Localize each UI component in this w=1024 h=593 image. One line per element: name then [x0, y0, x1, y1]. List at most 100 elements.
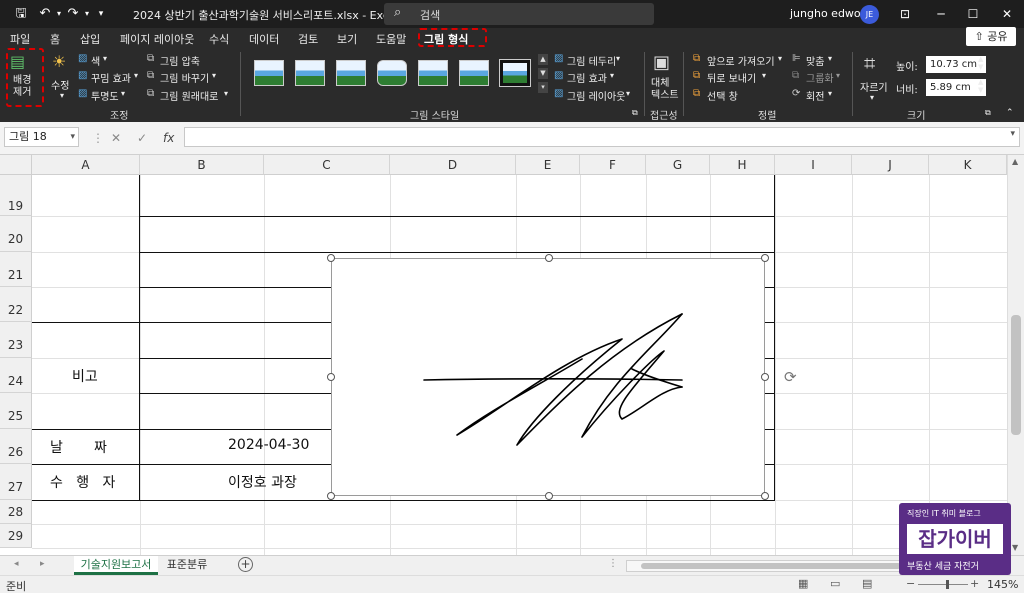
artistic-effects-dropdown-icon[interactable]: ▾ — [134, 71, 138, 80]
crop-dropdown-icon[interactable]: ▾ — [870, 93, 874, 102]
tab-help[interactable]: 도움말 — [376, 31, 406, 47]
crop-button[interactable]: 자르기 — [860, 79, 888, 94]
column-header-g[interactable]: G — [646, 155, 710, 175]
share-button[interactable]: ⇧ 공유 — [966, 27, 1016, 46]
rotate-objects-button[interactable]: 회전 — [806, 88, 824, 103]
close-icon[interactable]: ✕ — [996, 4, 1018, 24]
picture-style-4[interactable] — [377, 60, 407, 86]
tab-split-handle-icon[interactable]: ⋮ — [608, 558, 618, 569]
rotate-handle-icon[interactable]: ⟳ — [784, 369, 800, 385]
tab-file[interactable]: 파일 — [10, 31, 30, 47]
zoom-in-icon[interactable]: + — [970, 577, 979, 590]
picture-effects-dropdown-icon[interactable]: ▾ — [610, 71, 614, 80]
row-header-27[interactable]: 27 — [0, 464, 32, 500]
send-backward-button[interactable]: 뒤로 보내기 — [707, 70, 756, 85]
row-header-21[interactable]: 21 — [0, 252, 32, 287]
align-button[interactable]: 맞춤 — [806, 53, 824, 68]
bring-forward-button[interactable]: 앞으로 가져오기 — [707, 53, 775, 68]
minimize-icon[interactable]: ─ — [930, 4, 952, 24]
resize-handle-bottom[interactable] — [545, 492, 553, 500]
row-header-26[interactable]: 26 — [0, 429, 32, 464]
column-header-e[interactable]: E — [516, 155, 580, 175]
styles-scroll-up-icon[interactable]: ▲ — [538, 54, 548, 65]
group-objects-button[interactable]: 그룹화 — [806, 70, 834, 85]
select-all-corner[interactable] — [0, 155, 32, 175]
row-header-20[interactable]: 20 — [0, 216, 32, 252]
picture-border-button[interactable]: 그림 테두리 — [567, 53, 616, 68]
zoom-out-icon[interactable]: − — [906, 577, 915, 590]
row-header-23[interactable]: 23 — [0, 322, 32, 358]
send-backward-dropdown-icon[interactable]: ▾ — [762, 71, 766, 80]
resize-handle-top-left[interactable] — [327, 254, 335, 262]
collapse-ribbon-icon[interactable]: ⌃ — [1006, 108, 1014, 118]
name-box-dropdown-icon[interactable]: ▾ — [70, 128, 75, 146]
zoom-level[interactable]: 145% — [987, 578, 1018, 591]
corrections-dropdown-icon[interactable]: ▾ — [60, 91, 64, 100]
page-layout-view-icon[interactable]: ▭ — [830, 577, 840, 590]
size-dialog-launcher-icon[interactable]: ⧉ — [985, 108, 991, 118]
cell-author-value[interactable]: 이정호 과장 — [228, 472, 297, 492]
cell-author-label[interactable]: 수 행 자 — [50, 472, 115, 492]
picture-style-5[interactable] — [418, 60, 448, 86]
picture-effects-button[interactable]: 그림 효과 — [567, 70, 607, 85]
picture-layout-button[interactable]: 그림 레이아웃 — [567, 88, 625, 103]
page-break-view-icon[interactable]: ▤ — [862, 577, 872, 590]
picture-style-2[interactable] — [295, 60, 325, 86]
height-spinner-icon[interactable]: ▲ ▼ — [978, 55, 983, 71]
corrections-button[interactable]: 수정 — [51, 77, 69, 92]
add-sheet-button[interactable]: + — [238, 557, 253, 572]
row-header-28[interactable]: 28 — [0, 500, 32, 524]
cancel-icon[interactable]: ✕ — [111, 131, 121, 145]
customize-quick-access-icon[interactable]: ▾ — [92, 5, 110, 23]
signature-picture[interactable] — [327, 254, 769, 500]
column-header-i[interactable]: I — [775, 155, 852, 175]
row-header-24[interactable]: 24 — [0, 358, 32, 393]
zoom-slider-thumb[interactable] — [946, 580, 949, 589]
row-header-25[interactable]: 25 — [0, 393, 32, 429]
reset-picture-button[interactable]: 그림 원래대로 — [160, 88, 218, 103]
change-picture-dropdown-icon[interactable]: ▾ — [212, 71, 216, 80]
styles-dialog-launcher-icon[interactable]: ⧉ — [632, 108, 638, 118]
save-icon[interactable]: 🖫 — [12, 5, 30, 23]
reset-picture-dropdown-icon[interactable]: ▾ — [224, 89, 228, 98]
column-header-k[interactable]: K — [929, 155, 1007, 175]
column-header-d[interactable]: D — [390, 155, 516, 175]
picture-style-7[interactable] — [499, 59, 531, 87]
vertical-scrollbar[interactable]: ▲ ▼ — [1007, 155, 1024, 555]
tab-formulas[interactable]: 수식 — [209, 31, 229, 47]
column-header-b[interactable]: B — [140, 155, 264, 175]
maximize-icon[interactable]: ☐ — [962, 4, 984, 24]
column-header-h[interactable]: H — [710, 155, 775, 175]
color-button[interactable]: 색 — [91, 53, 100, 68]
cell-date-value[interactable]: 2024-04-30 — [228, 437, 309, 453]
color-dropdown-icon[interactable]: ▾ — [103, 54, 107, 63]
cell-remark-label[interactable]: 비고 — [72, 366, 98, 386]
resize-handle-bottom-left[interactable] — [327, 492, 335, 500]
rotate-objects-dropdown-icon[interactable]: ▾ — [828, 89, 832, 98]
artistic-effects-button[interactable]: 꾸밈 효과 — [91, 70, 131, 85]
change-picture-button[interactable]: 그림 바꾸기 — [160, 70, 209, 85]
sheet-tab-tech-support-report[interactable]: 기술지원보고서 — [74, 556, 158, 575]
search-box[interactable]: ⌕ 검색 — [384, 3, 654, 25]
transparency-button[interactable]: 투명도 — [91, 88, 119, 103]
sheet-prev-icon[interactable]: ◂ — [14, 559, 19, 569]
width-field[interactable]: 5.89 cm — [926, 79, 986, 96]
bring-forward-dropdown-icon[interactable]: ▾ — [778, 54, 782, 63]
column-header-c[interactable]: C — [264, 155, 390, 175]
resize-handle-right[interactable] — [761, 373, 769, 381]
tab-home[interactable]: 홈 — [50, 31, 60, 47]
vertical-scroll-thumb[interactable] — [1011, 315, 1021, 435]
column-header-j[interactable]: J — [852, 155, 929, 175]
scroll-up-icon[interactable]: ▲ — [1012, 157, 1018, 166]
alt-text-button[interactable]: 대체 텍스트 — [651, 78, 679, 102]
scroll-down-icon[interactable]: ▼ — [1012, 543, 1018, 552]
cell-date-label[interactable]: 날 짜 — [50, 437, 107, 457]
row-header-29[interactable]: 29 — [0, 524, 32, 548]
picture-style-1[interactable] — [254, 60, 284, 86]
picture-layout-dropdown-icon[interactable]: ▾ — [626, 89, 630, 98]
compress-button[interactable]: 그림 압축 — [160, 53, 200, 68]
column-header-f[interactable]: F — [580, 155, 646, 175]
formula-input[interactable]: ▾ — [184, 127, 1020, 147]
sheet-next-icon[interactable]: ▸ — [40, 559, 45, 569]
height-field[interactable]: 10.73 cm — [926, 56, 986, 73]
